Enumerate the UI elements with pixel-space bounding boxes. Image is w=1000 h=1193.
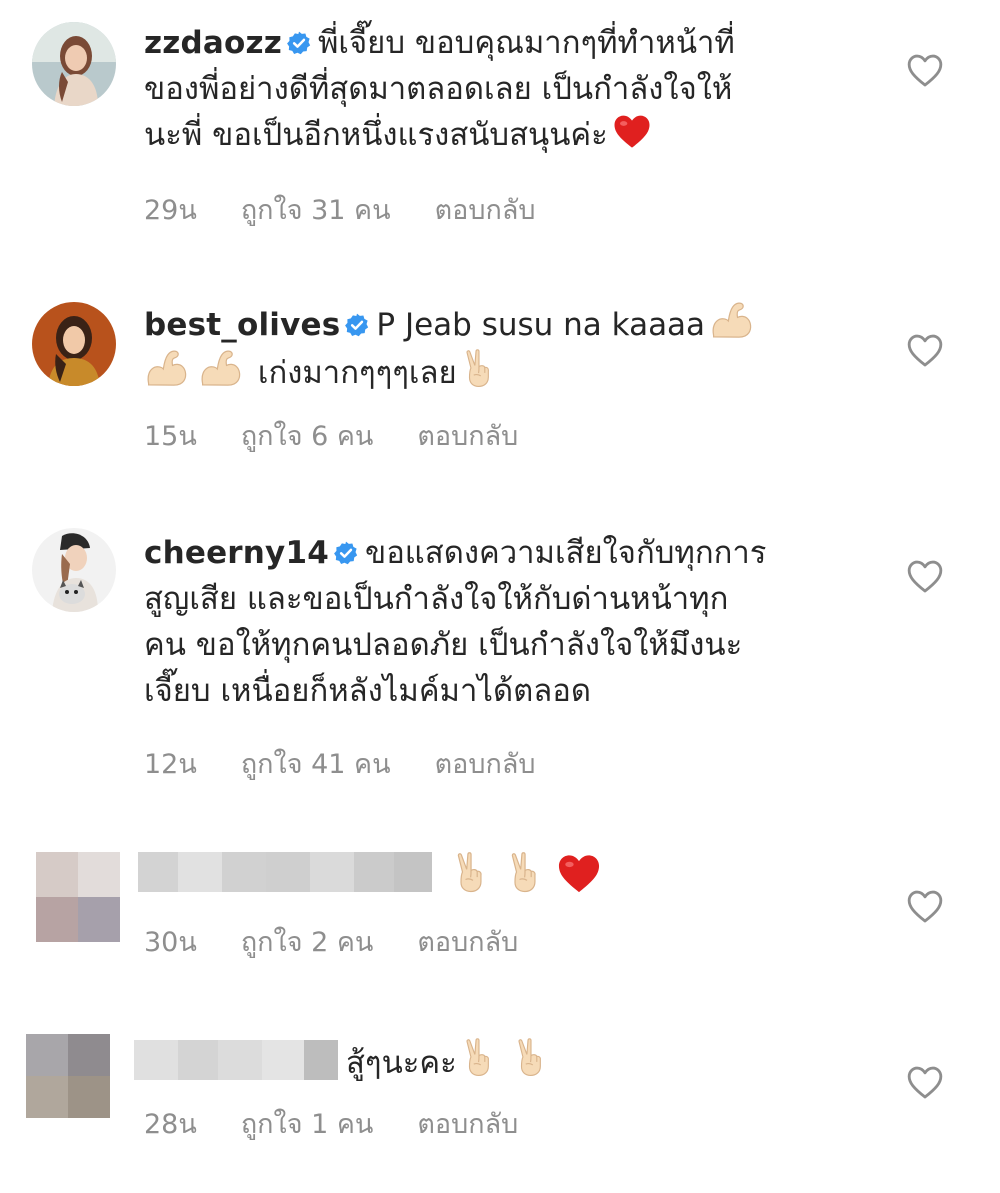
comment-time: 29น — [144, 195, 197, 226]
comment-time: 12น — [144, 749, 197, 780]
avatar-image — [32, 22, 116, 106]
comment-text-line: P Jeab susu na kaaaa — [376, 307, 706, 343]
comment-likes-link[interactable]: ถูกใจ 1 คน — [241, 1102, 374, 1145]
comment-item: สู้ๆนะคะ 28น ถูกใจ 1 คน ตอบกลับ — [0, 1000, 1000, 1193]
verified-badge-icon — [344, 312, 370, 338]
comment-text-line: คน ขอให้ทุกคนปลอดภัย เป็นกำลังใจให้มึงนะ — [144, 627, 743, 663]
comment-text-line: สูญเสีย และขอเป็นกำลังใจให้กับด่านหน้าทุ… — [144, 581, 729, 617]
avatar[interactable] — [32, 22, 116, 106]
comment-text: สู้ๆนะคะ — [346, 1045, 457, 1081]
comment-text-line: นะพี่ ขอเป็นอีกหนึ่งแรงสนับสนุนค่ะ — [144, 117, 608, 153]
comment-time: 28น — [144, 1109, 197, 1140]
comment-body: zzdaozz พี่เจี๊ยบ ขอบคุณมากๆที่ทำหน้าที่ … — [144, 20, 864, 158]
comment-username[interactable]: best_olives — [144, 307, 340, 343]
comment-likes-link[interactable]: ถูกใจ 2 คน — [241, 920, 374, 963]
comment-body: best_olives P Jeab susu na kaaaa เก่งมากๆ… — [144, 300, 864, 396]
red-heart-icon — [556, 852, 602, 894]
like-heart-icon[interactable] — [906, 558, 944, 594]
victory-hand-icon — [506, 850, 542, 894]
like-heart-icon[interactable] — [906, 888, 944, 924]
comment-likes-link[interactable]: ถูกใจ 41 คน — [241, 742, 391, 785]
avatar[interactable] — [36, 852, 120, 942]
comment-meta: 12น ถูกใจ 41 คน ตอบกลับ — [144, 742, 536, 785]
reply-button[interactable]: ตอบกลับ — [417, 920, 518, 963]
comment-text-line: ขอแสดงความเสียใจกับทุกการ — [365, 535, 767, 571]
victory-hand-icon — [461, 1036, 495, 1078]
avatar[interactable] — [26, 1034, 110, 1118]
verified-badge-icon — [333, 540, 359, 566]
reply-button[interactable]: ตอบกลับ — [435, 742, 536, 785]
comment-time: 15น — [144, 421, 197, 452]
comment-username[interactable]: cheerny14 — [144, 535, 329, 571]
blurred-username[interactable] — [138, 852, 432, 892]
reply-button[interactable]: ตอบกลับ — [417, 414, 518, 457]
red-heart-icon — [612, 112, 652, 150]
like-heart-icon[interactable] — [906, 1064, 944, 1100]
avatar[interactable] — [32, 302, 116, 386]
verified-badge-icon — [286, 30, 312, 56]
comment-meta: 30น ถูกใจ 2 คน ตอบกลับ — [144, 920, 518, 963]
comment-body: cheerny14 ขอแสดงความเสียใจกับทุกการ สูญเส… — [144, 530, 864, 714]
reply-button[interactable]: ตอบกลับ — [417, 1102, 518, 1145]
flexed-biceps-icon — [709, 300, 755, 340]
victory-hand-icon — [452, 850, 488, 894]
comment-item: cheerny14 ขอแสดงความเสียใจกับทุกการ สูญเส… — [0, 500, 1000, 820]
flexed-biceps-icon — [198, 348, 244, 388]
comment-text-line: ของพี่อย่างดีที่สุดมาตลอดเลย เป็นกำลังใจ… — [144, 71, 733, 107]
comment-username[interactable]: zzdaozz — [144, 25, 282, 61]
avatar-image — [32, 528, 116, 612]
comment-body: สู้ๆนะคะ — [346, 1036, 551, 1086]
comment-time: 30น — [144, 927, 197, 958]
comment-body — [448, 850, 606, 902]
comment-likes-link[interactable]: ถูกใจ 31 คน — [241, 188, 391, 231]
reply-button[interactable]: ตอบกลับ — [435, 188, 536, 231]
like-heart-icon[interactable] — [906, 332, 944, 368]
comment-item: best_olives P Jeab susu na kaaaa เก่งมากๆ… — [0, 260, 1000, 500]
victory-hand-icon — [513, 1036, 547, 1078]
comment-text-line: เจี๊ยบ เหนื่อยก็หลังไมค์มาได้ตลอด — [144, 673, 592, 709]
avatar[interactable] — [32, 528, 116, 612]
comment-meta: 29น ถูกใจ 31 คน ตอบกลับ — [144, 188, 536, 231]
comment-meta: 28น ถูกใจ 1 คน ตอบกลับ — [144, 1102, 518, 1145]
like-heart-icon[interactable] — [906, 52, 944, 88]
avatar-image — [32, 302, 116, 386]
victory-hand-icon — [461, 348, 495, 388]
blurred-username[interactable] — [134, 1040, 338, 1080]
comment-text-line: เก่งมากๆๆๆเลย — [257, 355, 457, 391]
comment-text-line: พี่เจี๊ยบ ขอบคุณมากๆที่ทำหน้าที่ — [317, 25, 735, 61]
flexed-biceps-icon — [144, 348, 190, 388]
comment-meta: 15น ถูกใจ 6 คน ตอบกลับ — [144, 414, 518, 457]
comment-item: zzdaozz พี่เจี๊ยบ ขอบคุณมากๆที่ทำหน้าที่ … — [0, 0, 1000, 260]
comment-item: 30น ถูกใจ 2 คน ตอบกลับ — [0, 820, 1000, 1000]
comment-likes-link[interactable]: ถูกใจ 6 คน — [241, 414, 374, 457]
